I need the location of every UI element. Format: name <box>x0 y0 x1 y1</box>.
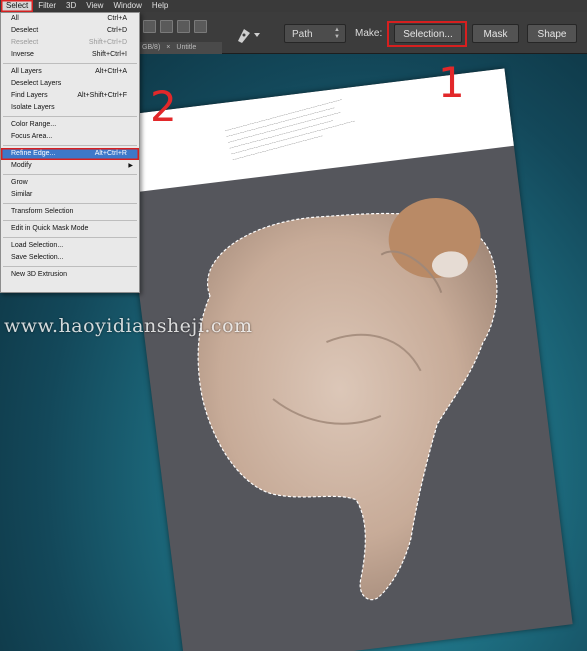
menu-separator <box>3 116 137 117</box>
menu-separator <box>3 174 137 175</box>
menu-item-label: All <box>11 15 19 22</box>
path-mode-value: Path <box>292 29 313 40</box>
watermark: www.haoyidiansheji.com <box>4 315 253 337</box>
menu-separator <box>3 220 137 221</box>
selection-button-highlight <box>387 21 467 47</box>
menu-item-label: Deselect <box>11 27 39 34</box>
menu-item-all[interactable]: All Ctrl+A <box>1 13 139 25</box>
menu-item-save-selection[interactable]: Save Selection... <box>1 252 139 264</box>
menu-item-label: New 3D Extrusion <box>11 271 68 278</box>
make-mask-button[interactable]: Mask <box>472 24 519 43</box>
make-shape-button[interactable]: Shape <box>527 24 577 43</box>
menu-item-deselect[interactable]: Deselect Ctrl+D <box>1 25 139 37</box>
step-2-annotation: 2 <box>150 82 177 131</box>
menu-item-shortcut: Alt+Shift+Ctrl+F <box>77 92 127 99</box>
menu-item-focus-area[interactable]: Focus Area... <box>1 131 139 143</box>
menu-item-label: Grow <box>11 179 28 186</box>
menu-item-isolate-layers[interactable]: Isolate Layers <box>1 102 139 114</box>
menu-item-transform-selection[interactable]: Transform Selection <box>1 206 139 218</box>
menu-item-label: Save Selection... <box>11 254 64 261</box>
menu-item-label: Edit in Quick Mask Mode <box>11 225 89 232</box>
menu-view[interactable]: View <box>81 0 108 12</box>
menu-item-inverse[interactable]: Inverse Shift+Ctrl+I <box>1 49 139 61</box>
close-icon[interactable]: × <box>166 42 170 54</box>
menu-item-label: Refine Edge... <box>11 150 56 157</box>
document-tab-mode: GB/8) <box>142 44 161 51</box>
align-left-icon[interactable] <box>143 20 156 33</box>
menu-bar: Select Filter 3D View Window Help <box>0 0 587 12</box>
menu-select[interactable]: Select <box>1 0 34 12</box>
menu-item-label: Transform Selection <box>11 208 74 215</box>
menu-filter[interactable]: Filter <box>33 0 61 12</box>
chevron-right-icon: ▶ <box>128 163 133 169</box>
document-tab-untitled[interactable]: Untitle <box>176 42 196 54</box>
menu-item-label: Color Range... <box>11 121 57 128</box>
menu-item-shortcut: Ctrl+A <box>107 15 127 22</box>
figure-selection <box>197 198 498 601</box>
menu-item-all-layers[interactable]: All Layers Alt+Ctrl+A <box>1 66 139 78</box>
menu-separator <box>3 145 137 146</box>
chevron-updown-icon: ▲ ▼ <box>334 27 340 40</box>
menu-window[interactable]: Window <box>108 0 146 12</box>
menu-item-label: Modify <box>11 162 32 169</box>
menu-item-shortcut: Shift+Ctrl+D <box>88 39 127 46</box>
menu-item-color-range[interactable]: Color Range... <box>1 119 139 131</box>
menu-item-label: Isolate Layers <box>11 104 55 111</box>
menu-item-similar[interactable]: Similar <box>1 189 139 201</box>
menu-item-deselect-layers[interactable]: Deselect Layers <box>1 78 139 90</box>
make-label: Make: <box>355 28 383 39</box>
menu-separator <box>3 266 137 267</box>
menu-item-label: Find Layers <box>11 92 48 99</box>
menu-item-label: All Layers <box>11 68 42 75</box>
step-1-annotation: 1 <box>438 58 465 107</box>
menu-item-shortcut: Alt+Ctrl+R <box>94 150 127 157</box>
menu-item-new-3d-extrusion[interactable]: New 3D Extrusion <box>1 269 139 281</box>
menu-item-label: Focus Area... <box>11 133 53 140</box>
menu-3d[interactable]: 3D <box>61 0 81 12</box>
menu-separator <box>3 63 137 64</box>
menu-separator <box>3 237 137 238</box>
menu-item-label: Similar <box>11 191 33 198</box>
menu-item-grow[interactable]: Grow <box>1 177 139 189</box>
menu-item-modify[interactable]: Modify ▶ <box>1 160 139 172</box>
document-canvas[interactable]: ~~~~~~~~~~~~~~~~~~~~~~~~~~~~~~~~~~~~~~~~… <box>117 68 573 651</box>
options-bar: GB/8) × Untitle Path ▲ ▼ Make: Selection.… <box>138 12 587 54</box>
select-menu-dropdown: All Ctrl+A Deselect Ctrl+D Reselect Shift+Ctr… <box>0 12 140 293</box>
menu-separator <box>3 203 137 204</box>
menu-item-shortcut: Alt+Ctrl+A <box>95 68 127 75</box>
menu-item-label: Deselect Layers <box>11 80 62 87</box>
menu-item-edit-in-quick-mask-mode[interactable]: Edit in Quick Mask Mode <box>1 223 139 235</box>
menu-item-refine-edge[interactable]: Refine Edge... Alt+Ctrl+R <box>1 148 139 160</box>
pen-tool-icon[interactable] <box>234 23 262 45</box>
document-tab[interactable]: GB/8) × Untitle <box>138 42 222 54</box>
menu-item-label: Load Selection... <box>11 242 64 249</box>
arrange-icon[interactable] <box>177 20 190 33</box>
menu-item-shortcut: Ctrl+D <box>106 27 127 34</box>
path-operation-icons <box>143 20 207 33</box>
gear-icon[interactable] <box>194 20 207 33</box>
align-center-icon[interactable] <box>160 20 173 33</box>
menu-item-reselect[interactable]: Reselect Shift+Ctrl+D <box>1 37 139 49</box>
menu-item-shortcut: Shift+Ctrl+I <box>91 51 127 58</box>
menu-item-load-selection[interactable]: Load Selection... <box>1 240 139 252</box>
menu-help[interactable]: Help <box>147 0 173 12</box>
menu-item-label: Reselect <box>11 39 39 46</box>
menu-item-find-layers[interactable]: Find Layers Alt+Shift+Ctrl+F <box>1 90 139 102</box>
menu-item-label: Inverse <box>11 51 34 58</box>
path-mode-select[interactable]: Path ▲ ▼ <box>284 24 346 43</box>
